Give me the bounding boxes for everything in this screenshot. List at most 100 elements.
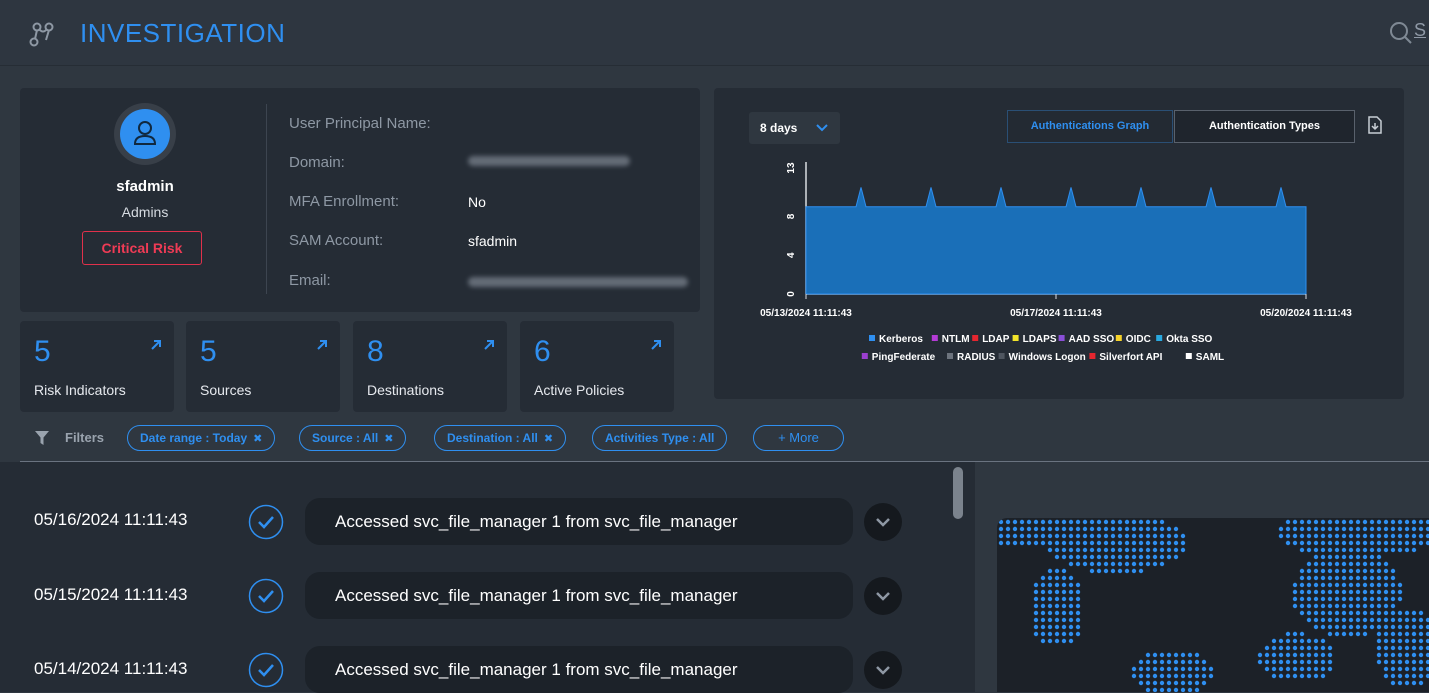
user-icon xyxy=(133,121,157,145)
more-filters-button[interactable]: + More xyxy=(753,425,844,451)
legend-label: AAD SSO xyxy=(1069,334,1115,345)
activity-text[interactable]: Accessed svc_file_manager 1 from svc_fil… xyxy=(305,646,853,693)
legend-label: LDAPS xyxy=(1023,334,1057,345)
filters-label: Filters xyxy=(65,430,105,445)
arrow-up-right-icon xyxy=(317,340,327,350)
stat-card-sources[interactable]: 5 Sources xyxy=(186,321,340,412)
chevron-down-icon xyxy=(876,666,890,675)
page-title: INVESTIGATION xyxy=(80,18,286,48)
risk-badge: Critical Risk xyxy=(82,231,202,265)
legend-swatch xyxy=(1012,335,1019,341)
tab-authentication-types[interactable]: Authentication Types xyxy=(1174,110,1355,143)
chip-text: Activities Type : All xyxy=(605,431,715,445)
stat-card-risk-indicators[interactable]: 5 Risk Indicators xyxy=(20,321,174,412)
check-circle-icon xyxy=(248,652,284,688)
redacted-email xyxy=(468,277,688,287)
field-label-mfa: MFA Enrollment: xyxy=(289,193,400,210)
legend-label: LDAP xyxy=(982,334,1010,345)
divider xyxy=(266,104,267,294)
legend-label: Windows Logon xyxy=(1009,352,1086,363)
x-tick-label: 05/13/2024 11:11:43 xyxy=(760,308,852,319)
stat-label: Active Policies xyxy=(534,382,625,398)
user-name: sfadmin xyxy=(116,178,174,195)
filter-chip-destination[interactable]: Destination : All ✖ xyxy=(434,425,567,451)
stat-label: Destinations xyxy=(367,382,445,398)
expand-button[interactable] xyxy=(864,651,902,689)
stat-card-active-policies[interactable]: 6 Active Policies xyxy=(520,321,674,412)
legend-swatch xyxy=(1185,353,1192,359)
user-group: Admins xyxy=(121,204,169,220)
close-icon[interactable]: ✖ xyxy=(544,433,553,445)
legend-label: PingFederate xyxy=(872,352,936,363)
top-bar: INVESTIGATION S xyxy=(0,0,1429,66)
scrollbar-thumb[interactable] xyxy=(953,467,963,519)
redacted-domain xyxy=(468,156,630,166)
filter-chip-source[interactable]: Source : All ✖ xyxy=(299,425,407,451)
check-circle-icon xyxy=(248,504,284,540)
legend-swatch xyxy=(861,353,868,359)
field-label-upn: User Principal Name: xyxy=(289,115,431,132)
authentications-graph-card: 8 days Authentications Graph Authenticat… xyxy=(714,88,1404,399)
y-tick-label: 0 xyxy=(786,291,797,297)
legend-swatch xyxy=(1058,335,1065,341)
expand-button[interactable] xyxy=(864,503,902,541)
arrow-up-right-icon xyxy=(484,340,494,350)
avatar-ring xyxy=(114,103,176,165)
filter-icon xyxy=(35,431,49,445)
legend-label: OIDC xyxy=(1126,334,1151,345)
close-icon[interactable]: ✖ xyxy=(384,433,393,445)
activity-text[interactable]: Accessed svc_file_manager 1 from svc_fil… xyxy=(305,498,853,545)
field-label-domain: Domain: xyxy=(289,154,345,171)
close-icon[interactable]: ✖ xyxy=(253,433,262,445)
legend-label: Silverfort API xyxy=(1099,352,1162,363)
legend-label: Kerberos xyxy=(879,334,923,345)
chip-text: Date range : Today xyxy=(140,431,248,445)
search-link[interactable]: S xyxy=(1414,20,1426,41)
legend-swatch xyxy=(1115,335,1122,341)
export-icon[interactable] xyxy=(1367,116,1383,134)
series-area-kerberos xyxy=(805,187,1307,295)
stat-value: 8 xyxy=(367,335,384,368)
legend-swatch xyxy=(869,335,875,341)
check-circle-icon xyxy=(248,578,284,614)
date-range-value: 8 days xyxy=(760,121,798,135)
tab-authentications-graph[interactable]: Authentications Graph xyxy=(1007,110,1173,143)
stat-value: 5 xyxy=(200,335,217,368)
filter-bar: Filters Date range : Today ✖ Source : All… xyxy=(20,422,1420,454)
avatar xyxy=(120,109,170,159)
arrow-up-right-icon xyxy=(651,340,661,350)
chevron-down-icon xyxy=(876,518,890,527)
field-value-sam: sfadmin xyxy=(468,233,518,249)
y-tick-label: 8 xyxy=(786,213,797,219)
field-label-sam: SAM Account: xyxy=(289,232,384,249)
chip-text: Source : All xyxy=(312,431,379,445)
filter-chip-activities-type[interactable]: Activities Type : All xyxy=(592,425,728,451)
graph-nodes-icon xyxy=(29,22,54,47)
authentications-chart: 0 4 8 13 05/13/2024 11:11:43 05/17/2024 11:11… xyxy=(760,162,1352,363)
activity-date: 05/16/2024 11:11:43 xyxy=(34,510,188,529)
world-map[interactable] xyxy=(997,518,1429,692)
legend-swatch xyxy=(972,335,979,341)
stat-label: Sources xyxy=(200,382,252,398)
activity-date: 05/14/2024 11:11:43 xyxy=(34,659,188,678)
legend-label: RADIUS xyxy=(957,352,996,363)
x-tick-label: 05/17/2024 11:11:43 xyxy=(1010,308,1102,319)
chip-text: Destination : All xyxy=(447,431,538,445)
y-tick-label: 4 xyxy=(786,252,797,258)
stat-label: Risk Indicators xyxy=(34,382,126,398)
expand-button[interactable] xyxy=(864,577,902,615)
date-range-select[interactable]: 8 days xyxy=(749,112,840,144)
x-tick-label: 05/20/2024 11:11:43 xyxy=(1260,308,1352,319)
field-label-email: Email: xyxy=(289,272,331,289)
legend-swatch xyxy=(998,353,1005,359)
activity-text[interactable]: Accessed svc_file_manager 1 from svc_fil… xyxy=(305,572,853,619)
arrow-up-right-icon xyxy=(151,340,161,350)
legend-swatch xyxy=(947,353,953,359)
legend-swatch xyxy=(931,335,938,341)
filter-chip-date-range[interactable]: Date range : Today ✖ xyxy=(127,425,276,451)
stat-value: 6 xyxy=(534,335,551,368)
user-profile-card: sfadmin Admins Critical Risk User Princi… xyxy=(20,88,700,312)
legend-label: NTLM xyxy=(942,334,970,345)
stat-card-destinations[interactable]: 8 Destinations xyxy=(353,321,507,412)
legend-label: SAML xyxy=(1196,352,1224,363)
